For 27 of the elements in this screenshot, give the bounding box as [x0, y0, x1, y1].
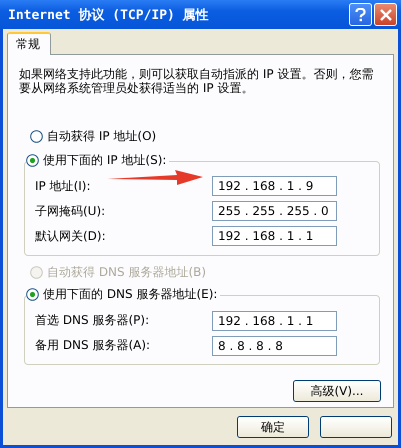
- field-label: 备用 DNS 服务器(A):: [35, 337, 150, 354]
- field-label: 子网掩码(U):: [35, 202, 106, 220]
- button[interactable]: [320, 416, 392, 438]
- radio-label: 自动获得 DNS 服务器地址(B): [47, 264, 208, 281]
- ip-address-field[interactable]: 192 . 168 . 1 . 1: [212, 310, 337, 330]
- ok-button[interactable]: 确定: [237, 416, 309, 438]
- window-title: Internet 协议 (TCP/IP) 属性: [8, 6, 210, 24]
- advanced-button[interactable]: 高级(V)...: [293, 380, 381, 402]
- radio-button[interactable]: [26, 288, 39, 301]
- ip-address-field[interactable]: 8 . 8 . 8 . 8: [212, 336, 337, 356]
- close-icon: [380, 8, 392, 20]
- help-button[interactable]: [349, 3, 372, 26]
- ip-address-field[interactable]: 255 . 255 . 255 . 0: [212, 201, 337, 221]
- field-label: IP 地址(I):: [35, 178, 91, 194]
- radio-button[interactable]: [26, 154, 39, 166]
- description-text: 如果网络支持此功能，则可以获取自动指派的 IP 设置。否则，您需要从网络系统管理员处获得适当的 IP 设置。: [19, 67, 374, 95]
- radio-label: 使用下面的 IP 地址(S):: [43, 152, 168, 168]
- ip-address-field[interactable]: 192 . 168 . 1 . 9: [212, 176, 337, 196]
- ip-address-field[interactable]: 192 . 168 . 1 . 1: [212, 226, 337, 246]
- help-icon: [355, 8, 366, 22]
- radio-button[interactable]: [30, 130, 43, 142]
- close-button[interactable]: [374, 3, 397, 26]
- tab[interactable]: 常规: [7, 32, 51, 55]
- field-label: 默认网关(D):: [35, 228, 106, 244]
- radio-label: 使用下面的 DNS 服务器地址(E):: [43, 286, 218, 303]
- radio-label: 自动获得 IP 地址(O): [47, 128, 158, 144]
- field-label: 首选 DNS 服务器(P):: [35, 312, 150, 329]
